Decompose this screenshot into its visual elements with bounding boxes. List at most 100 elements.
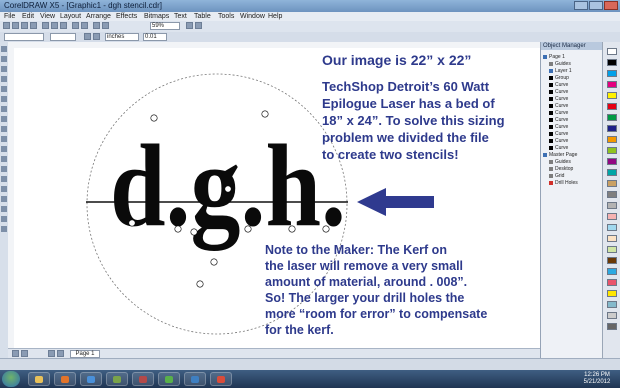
- palette-swatch[interactable]: [607, 180, 617, 187]
- start-button[interactable]: [2, 371, 20, 387]
- options-icon[interactable]: [195, 22, 202, 29]
- landscape-icon[interactable]: [93, 33, 100, 40]
- palette-swatch[interactable]: [607, 70, 617, 77]
- palette-swatch[interactable]: [607, 279, 617, 286]
- docker-row[interactable]: Grid: [549, 173, 564, 179]
- docker-row[interactable]: Curve: [549, 82, 568, 88]
- palette-swatch[interactable]: [607, 59, 617, 66]
- fill-tool-icon[interactable]: [1, 216, 7, 222]
- docker-row[interactable]: Curve: [549, 138, 568, 144]
- docker-row[interactable]: Layer 1: [549, 68, 572, 74]
- copy-icon[interactable]: [51, 22, 58, 29]
- menu-effects[interactable]: Effects: [116, 12, 137, 21]
- width-field[interactable]: [50, 33, 76, 41]
- first-page-icon[interactable]: [12, 350, 19, 357]
- docker-row[interactable]: Page 1: [543, 54, 565, 60]
- taskbar-clock[interactable]: 12:26 PM 5/21/2012: [576, 372, 618, 386]
- taskbar-media-icon[interactable]: [80, 372, 102, 386]
- menu-bitmaps[interactable]: Bitmaps: [144, 12, 169, 21]
- palette-swatch[interactable]: [607, 268, 617, 275]
- palette-swatch[interactable]: [607, 323, 617, 330]
- units-field[interactable]: inches: [105, 33, 139, 41]
- docker-row[interactable]: Curve: [549, 131, 568, 137]
- palette-swatch[interactable]: [607, 235, 617, 242]
- snap-icon[interactable]: [186, 22, 193, 29]
- import-icon[interactable]: [93, 22, 100, 29]
- palette-swatch[interactable]: [607, 312, 617, 319]
- taskbar-app-icon[interactable]: [132, 372, 154, 386]
- rectangle-tool-icon[interactable]: [1, 106, 7, 112]
- docker-row[interactable]: Curve: [549, 124, 568, 130]
- crop-tool-icon[interactable]: [1, 66, 7, 72]
- docker-row[interactable]: Drill Holes: [549, 180, 578, 186]
- nudge-field[interactable]: 0.01: [143, 33, 167, 41]
- docker-row[interactable]: Curve: [549, 117, 568, 123]
- last-page-icon[interactable]: [57, 350, 64, 357]
- docker-row[interactable]: Desktop: [549, 166, 573, 172]
- taskbar-coreldraw-icon[interactable]: [158, 372, 180, 386]
- palette-swatch[interactable]: [607, 125, 617, 132]
- zoom-tool-icon[interactable]: [1, 76, 7, 82]
- palette-swatch[interactable]: [607, 48, 617, 55]
- docker-row[interactable]: Group: [549, 75, 569, 81]
- menu-view[interactable]: View: [40, 12, 55, 21]
- next-page-icon[interactable]: [48, 350, 55, 357]
- export-icon[interactable]: [102, 22, 109, 29]
- freehand-tool-icon[interactable]: [1, 86, 7, 92]
- system-tray[interactable]: [548, 374, 574, 384]
- smart-fill-tool-icon[interactable]: [1, 96, 7, 102]
- palette-swatch[interactable]: [607, 103, 617, 110]
- basic-shapes-tool-icon[interactable]: [1, 136, 7, 142]
- taskbar-explorer-icon[interactable]: [28, 372, 50, 386]
- new-icon[interactable]: [3, 22, 10, 29]
- menu-edit[interactable]: Edit: [22, 12, 34, 21]
- ellipse-tool-icon[interactable]: [1, 116, 7, 122]
- redo-icon[interactable]: [81, 22, 88, 29]
- taskbar-app-icon[interactable]: [106, 372, 128, 386]
- menu-layout[interactable]: Layout: [60, 12, 81, 21]
- menu-file[interactable]: File: [4, 12, 15, 21]
- text-tool-icon[interactable]: [1, 146, 7, 152]
- dimension-tool-icon[interactable]: [1, 166, 7, 172]
- docker-row[interactable]: Curve: [549, 145, 568, 151]
- taskbar-app-icon[interactable]: [210, 372, 232, 386]
- palette-swatch[interactable]: [607, 191, 617, 198]
- minimize-button[interactable]: [574, 1, 588, 10]
- docker-row[interactable]: Curve: [549, 110, 568, 116]
- palette-swatch[interactable]: [607, 290, 617, 297]
- docker-row[interactable]: Guides: [549, 159, 571, 165]
- zoom-level-field[interactable]: 59%: [150, 22, 180, 30]
- docker-row[interactable]: Curve: [549, 103, 568, 109]
- interactive-fill-tool-icon[interactable]: [1, 226, 7, 232]
- drawing-canvas[interactable]: d.g.h. Our image is 22” x 22” TechShop D…: [14, 48, 540, 348]
- save-icon[interactable]: [21, 22, 28, 29]
- page-tab[interactable]: Page 1: [70, 350, 100, 358]
- docker-row[interactable]: Master Page: [543, 152, 577, 158]
- close-button[interactable]: [604, 1, 618, 10]
- open-icon[interactable]: [12, 22, 19, 29]
- shape-tool-icon[interactable]: [1, 56, 7, 62]
- palette-swatch[interactable]: [607, 114, 617, 121]
- palette-swatch[interactable]: [607, 92, 617, 99]
- portrait-icon[interactable]: [84, 33, 91, 40]
- palette-swatch[interactable]: [607, 147, 617, 154]
- menu-help[interactable]: Help: [268, 12, 282, 21]
- docker-row[interactable]: Curve: [549, 96, 568, 102]
- eyedropper-tool-icon[interactable]: [1, 196, 7, 202]
- paper-size-field[interactable]: [4, 33, 44, 41]
- polygon-tool-icon[interactable]: [1, 126, 7, 132]
- taskbar-app-icon[interactable]: [184, 372, 206, 386]
- palette-swatch[interactable]: [607, 246, 617, 253]
- blend-tool-icon[interactable]: [1, 186, 7, 192]
- docker-row[interactable]: Guides: [549, 61, 571, 67]
- menu-arrange[interactable]: Arrange: [86, 12, 111, 21]
- taskbar-firefox-icon[interactable]: [54, 372, 76, 386]
- menu-window[interactable]: Window: [240, 12, 265, 21]
- palette-swatch[interactable]: [607, 169, 617, 176]
- connector-tool-icon[interactable]: [1, 176, 7, 182]
- outline-tool-icon[interactable]: [1, 206, 7, 212]
- pick-tool-icon[interactable]: [1, 46, 7, 52]
- previous-page-icon[interactable]: [21, 350, 28, 357]
- palette-swatch[interactable]: [607, 81, 617, 88]
- palette-swatch[interactable]: [607, 301, 617, 308]
